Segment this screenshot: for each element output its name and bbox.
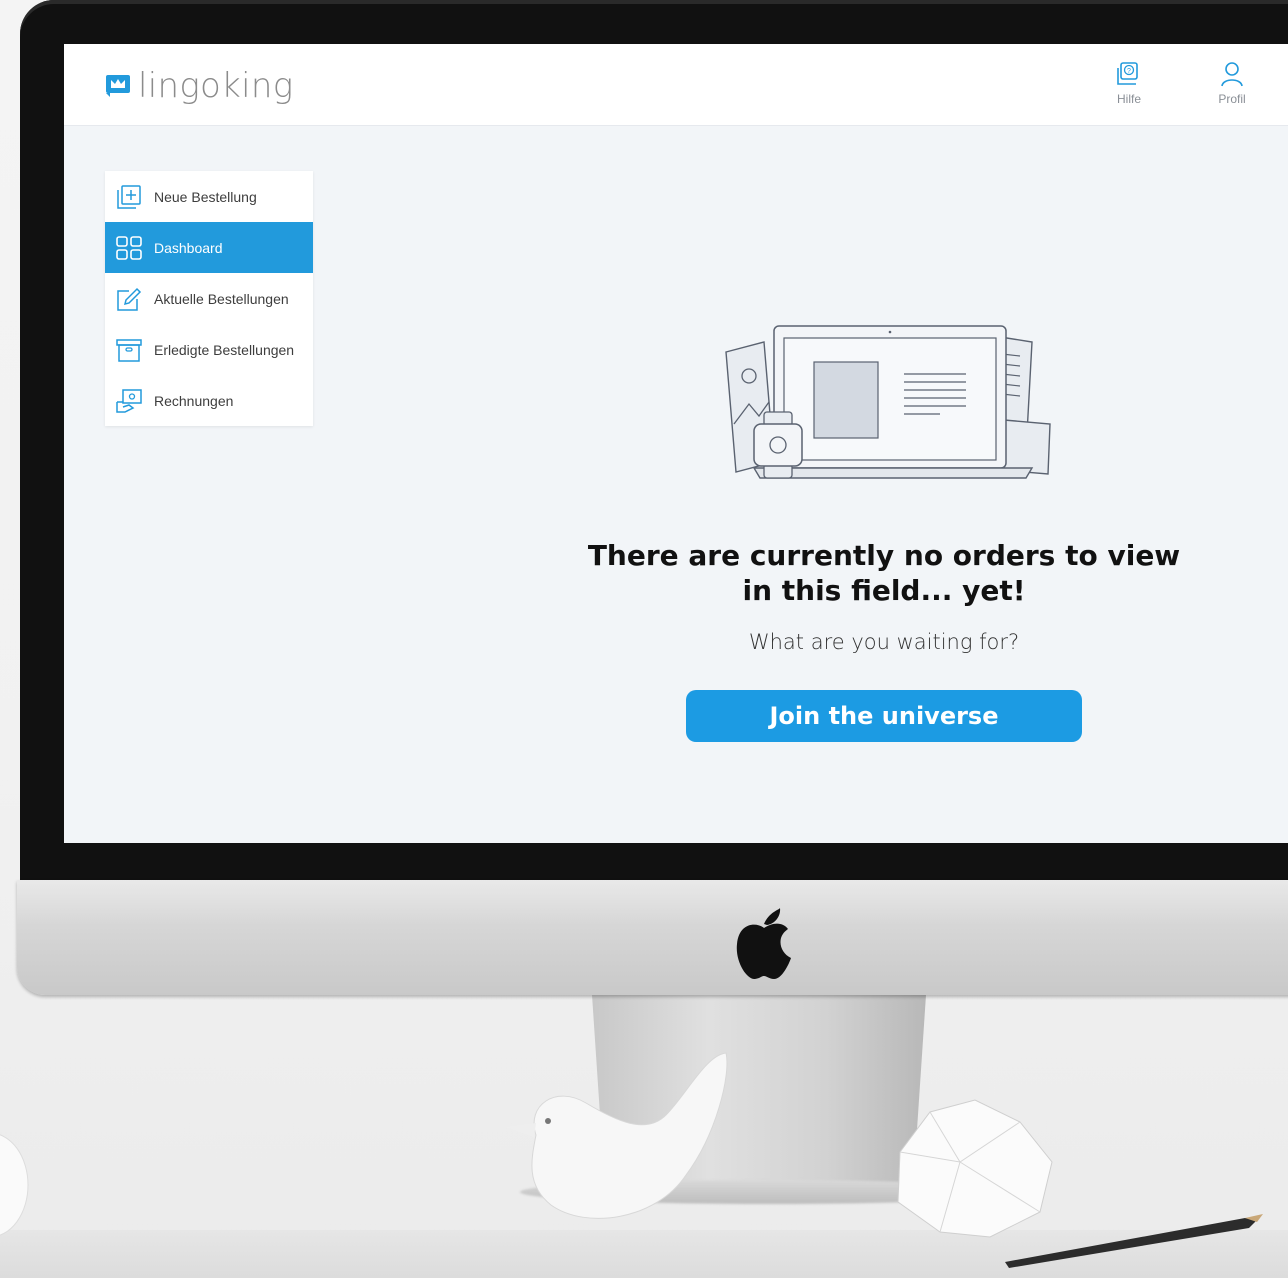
sidebar-item-label: Dashboard: [154, 239, 223, 256]
apple-logo-icon: [736, 908, 791, 980]
logo-text: lingoking: [138, 66, 294, 106]
sidebar-item-completed-orders[interactable]: Erledigte Bestellungen: [105, 324, 313, 375]
sidebar-item-new-order[interactable]: Neue Bestellung: [105, 171, 313, 222]
lingoking-logo[interactable]: lingoking: [106, 66, 293, 106]
user-profile-icon: [1221, 62, 1243, 87]
top-bar: lingoking ? Hilfe Profil: [64, 44, 1288, 126]
profile-label: Profil: [1218, 92, 1246, 106]
empty-state-subline: What are you waiting for?: [748, 630, 1020, 654]
round-object-decor: [0, 1130, 32, 1240]
monitor-chin: [17, 880, 1288, 995]
dashboard-grid-icon: [116, 235, 142, 260]
crown-logo-icon: [106, 75, 130, 97]
sidebar-item-current-orders[interactable]: Aktuelle Bestellungen: [105, 273, 313, 324]
app-screen: lingoking ? Hilfe Profil Neue Bestellung…: [64, 44, 1288, 843]
help-label: Hilfe: [1116, 92, 1141, 106]
edit-document-icon: [117, 287, 142, 311]
empty-state: There are currently no orders to view in…: [584, 324, 1184, 742]
invoice-icon: [116, 388, 142, 413]
empty-state-headline: There are currently no orders to view in…: [587, 539, 1181, 607]
join-universe-button[interactable]: Join the universe: [686, 690, 1082, 742]
bird-figurine: [506, 1052, 728, 1219]
sidebar-item-invoices[interactable]: Rechnungen: [105, 375, 313, 426]
archive-box-icon: [116, 338, 142, 362]
help-button[interactable]: ? Hilfe: [1099, 60, 1159, 108]
profile-button[interactable]: Profil: [1202, 60, 1262, 108]
help-book-icon: ?: [1117, 62, 1138, 85]
sidebar-item-label: Erledigte Bestellungen: [154, 341, 295, 358]
sidebar-nav: Neue Bestellung Dashboard Aktuelle Beste…: [105, 171, 313, 426]
sidebar-item-label: Aktuelle Bestellungen: [154, 290, 289, 307]
new-order-icon: [117, 184, 141, 209]
sidebar-item-dashboard[interactable]: Dashboard: [105, 222, 313, 273]
pencil: [1005, 1214, 1263, 1268]
sidebar-item-label: Rechnungen: [154, 392, 234, 409]
devices-illustration: [725, 325, 1051, 479]
sidebar-item-label: Neue Bestellung: [154, 188, 257, 205]
svg-text:?: ?: [1127, 68, 1131, 75]
